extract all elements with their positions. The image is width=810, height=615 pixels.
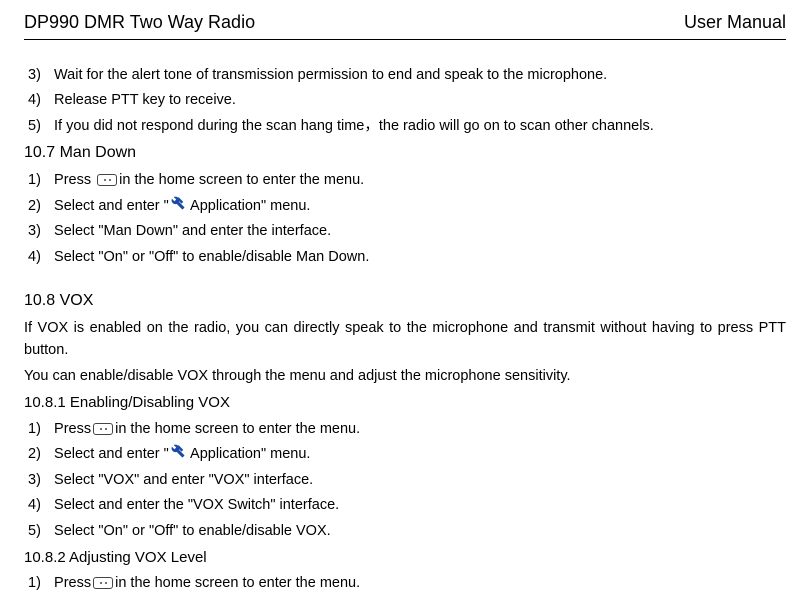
list-text: Select "On" or "Off" to enable/disable V… xyxy=(54,523,331,539)
list-item: 1) Press in the home screen to enter the … xyxy=(28,418,786,440)
section-heading-man-down: 10.7 Man Down xyxy=(24,141,786,166)
list-number: 5) xyxy=(28,520,50,542)
text-post: in the home screen to enter the menu. xyxy=(115,575,360,591)
tools-icon xyxy=(171,195,185,217)
list-item: 4) Select and enter the "VOX Switch" int… xyxy=(28,494,786,516)
text-post: Application" menu. xyxy=(187,198,311,214)
list-item: 3) Wait for the alert tone of transmissi… xyxy=(28,64,786,86)
list-number: 1) xyxy=(28,418,50,440)
list-number: 5) xyxy=(28,115,50,137)
paragraph: You can enable/disable VOX through the m… xyxy=(24,365,786,387)
list-item: 4) Release PTT key to receive. xyxy=(28,89,786,111)
list-text: If you did not respond during the scan h… xyxy=(54,118,654,134)
header-title-left: DP990 DMR Two Way Radio xyxy=(24,12,255,33)
text-post: in the home screen to enter the menu. xyxy=(115,421,360,437)
list-item: 3) Select "VOX" and enter "VOX" interfac… xyxy=(28,469,786,491)
list-item: 3) Select "Man Down" and enter the inter… xyxy=(28,220,786,242)
text-post: Application" menu. xyxy=(187,446,311,462)
menu-key-icon xyxy=(93,577,113,589)
list-number: 3) xyxy=(28,220,50,242)
list-text: Press in the home screen to enter the men… xyxy=(54,575,360,591)
list-number: 2) xyxy=(28,195,50,217)
subsection-heading-vox-enable: 10.8.1 Enabling/Disabling VOX xyxy=(24,391,786,414)
text-pre: Select and enter " xyxy=(54,446,169,462)
list-number: 2) xyxy=(28,443,50,465)
list-number: 1) xyxy=(28,169,50,191)
list-item: 2) Select and enter " Application" menu. xyxy=(28,443,786,466)
list-text: Press in the home screen to enter the me… xyxy=(54,172,364,188)
spacer xyxy=(24,271,786,285)
list-number: 3) xyxy=(28,64,50,86)
menu-key-icon xyxy=(97,174,117,186)
tools-icon xyxy=(171,443,185,465)
page-header: DP990 DMR Two Way Radio User Manual xyxy=(24,12,786,40)
text-pre: Press xyxy=(54,172,95,188)
list-text: Select and enter the "VOX Switch" interf… xyxy=(54,497,339,513)
list-number: 4) xyxy=(28,494,50,516)
list-text: Select "Man Down" and enter the interfac… xyxy=(54,223,331,239)
document-page: DP990 DMR Two Way Radio User Manual 3) W… xyxy=(0,0,810,610)
menu-key-icon xyxy=(93,423,113,435)
paragraph: If VOX is enabled on the radio, you can … xyxy=(24,317,786,362)
list-text: Press in the home screen to enter the men… xyxy=(54,421,360,437)
list-text: Select "On" or "Off" to enable/disable M… xyxy=(54,249,369,265)
list-text: Select and enter " Application" menu. xyxy=(54,446,310,462)
text-pre: Press xyxy=(54,575,91,591)
list-text: Release PTT key to receive. xyxy=(54,92,236,108)
section-heading-vox: 10.8 VOX xyxy=(24,289,786,314)
list-number: 3) xyxy=(28,469,50,491)
list-number: 1) xyxy=(28,572,50,594)
list-item: 5) Select "On" or "Off" to enable/disabl… xyxy=(28,520,786,542)
page-content: 3) Wait for the alert tone of transmissi… xyxy=(24,64,786,595)
text-post: in the home screen to enter the menu. xyxy=(119,172,364,188)
list-number: 4) xyxy=(28,89,50,111)
list-item: 5) If you did not respond during the sca… xyxy=(28,115,786,137)
text-pre: Select and enter " xyxy=(54,198,169,214)
list-item: 1) Press in the home screen to enter the … xyxy=(28,572,786,594)
list-item: 4) Select "On" or "Off" to enable/disabl… xyxy=(28,246,786,268)
list-text: Wait for the alert tone of transmission … xyxy=(54,67,607,83)
list-text: Select "VOX" and enter "VOX" interface. xyxy=(54,472,313,488)
subsection-heading-vox-level: 10.8.2 Adjusting VOX Level xyxy=(24,546,786,569)
list-item: 2) Select and enter " Application" menu. xyxy=(28,195,786,218)
text-pre: Press xyxy=(54,421,91,437)
list-number: 4) xyxy=(28,246,50,268)
list-text: Select and enter " Application" menu. xyxy=(54,198,310,214)
list-item: 1) Press in the home screen to enter the… xyxy=(28,169,786,191)
header-title-right: User Manual xyxy=(684,12,786,33)
